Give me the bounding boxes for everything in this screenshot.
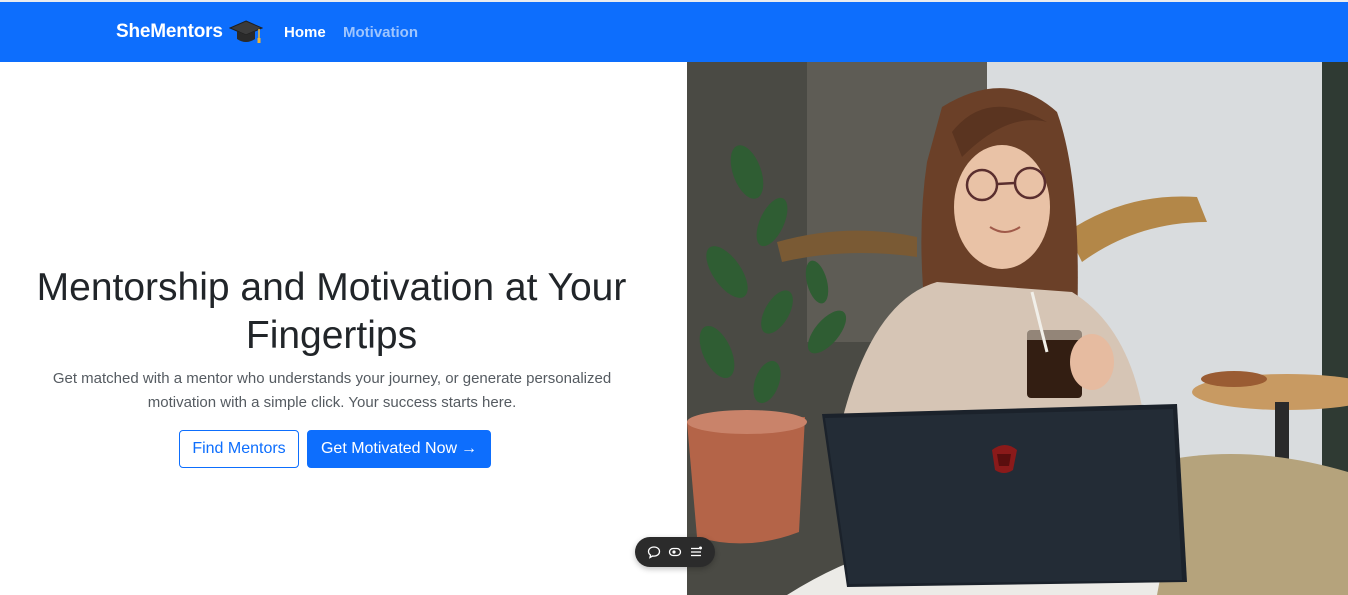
nav-link-home[interactable]: Home — [284, 2, 326, 62]
find-mentors-button[interactable]: Find Mentors — [179, 430, 299, 468]
hero-subtitle: Get matched with a mentor who understand… — [52, 370, 612, 411]
get-motivated-button[interactable]: Get Motivated Now → — [307, 430, 491, 468]
eye-icon[interactable] — [667, 544, 683, 560]
brand-link[interactable]: SheMentors — [116, 2, 263, 62]
list-settings-icon[interactable] — [688, 544, 704, 560]
hero-section: Mentorship and Motivation at Your Finger… — [0, 62, 687, 595]
get-motivated-label: Get Motivated Now — [320, 440, 458, 457]
brand-name: SheMentors — [116, 21, 223, 42]
floating-toolbar — [635, 537, 715, 567]
hero-title: Mentorship and Motivation at Your Finger… — [36, 266, 627, 357]
find-mentors-label: Find Mentors — [192, 440, 286, 457]
navbar: SheMentors Home Motivation — [0, 2, 1348, 62]
hero-image — [687, 62, 1348, 595]
graduation-cap-icon — [228, 17, 263, 47]
nav-link-motivation[interactable]: Motivation — [343, 2, 418, 62]
comment-icon[interactable] — [646, 544, 662, 560]
arrow-right-icon: → — [461, 440, 478, 457]
